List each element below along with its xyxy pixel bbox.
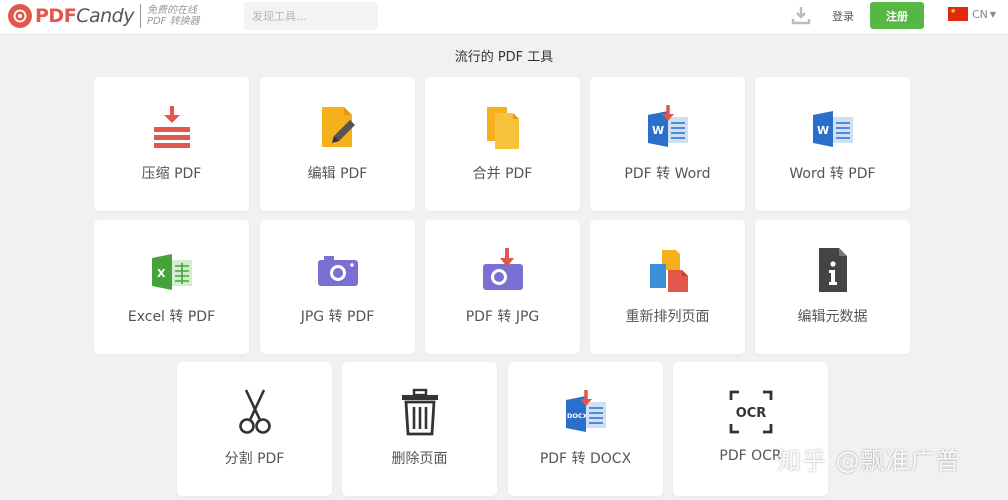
logo-tagline: 免费的在线 PDF 转换器 (146, 5, 200, 27)
tool-label: 删除页面 (391, 451, 448, 467)
tool-label: Excel 转 PDF (127, 309, 216, 325)
pdf-to-docx-icon: DOCX (565, 390, 606, 432)
tool-card-compress-pdf[interactable]: 压缩 PDF (94, 77, 249, 211)
pdfcandy-logo[interactable]: PDFCandy 免费的在线 PDF 转换器 (8, 3, 200, 29)
top-header: PDFCandy 免费的在线 PDF 转换器 登录 注册 ★ CN ▼ (0, 0, 1008, 35)
tool-label: JPG 转 PDF (300, 309, 375, 325)
search-input[interactable] (244, 2, 378, 30)
svg-text:W: W (652, 124, 664, 137)
tool-label: PDF 转 DOCX (539, 451, 632, 467)
svg-text:X: X (157, 267, 166, 280)
tool-label: 压缩 PDF (141, 166, 202, 182)
tool-card-pdf-to-docx[interactable]: DOCX PDF 转 DOCX (508, 362, 663, 496)
scissors-icon (238, 389, 271, 434)
edit-metadata-icon (818, 248, 847, 292)
tool-label: 重新排列页面 (625, 309, 710, 325)
compress-icon (153, 106, 190, 148)
rearrange-pages-icon (649, 250, 688, 292)
svg-text:W: W (817, 124, 829, 137)
logo-wordmark: PDFCandy (35, 5, 134, 27)
signup-button[interactable]: 注册 (870, 2, 924, 29)
tool-card-delete-pages[interactable]: 删除页面 (342, 362, 497, 496)
tool-card-split-pdf[interactable]: 分割 PDF (177, 362, 332, 496)
pdf-to-word-icon: W (647, 105, 688, 147)
tool-label: 编辑 PDF (307, 166, 368, 182)
tool-label: 合并 PDF (472, 166, 533, 182)
pdf-to-jpg-icon (482, 248, 523, 290)
word-to-pdf-icon: W (812, 111, 853, 147)
chevron-down-icon: ▼ (989, 9, 997, 19)
tool-card-merge-pdf[interactable]: 合并 PDF (425, 77, 580, 211)
download-icon[interactable] (790, 4, 812, 26)
tool-label: 分割 PDF (224, 451, 285, 467)
candy-logo-icon (8, 4, 32, 28)
language-code: CN (972, 7, 988, 21)
tool-card-edit-metadata[interactable]: 编辑元数据 (755, 220, 910, 354)
excel-to-pdf-icon: X (151, 254, 192, 290)
watermark: 知乎 @飘准广普 (777, 447, 961, 475)
ocr-icon: OCR (729, 390, 772, 434)
logo-divider (139, 4, 141, 28)
login-link[interactable]: 登录 (832, 8, 854, 24)
tool-card-pdf-to-jpg[interactable]: PDF 转 JPG (425, 220, 580, 354)
tool-card-excel-to-pdf[interactable]: X Excel 转 PDF (94, 220, 249, 354)
tool-card-pdf-to-word[interactable]: W PDF 转 Word (590, 77, 745, 211)
tool-card-rearrange-pages[interactable]: 重新排列页面 (590, 220, 745, 354)
tool-card-jpg-to-pdf[interactable]: JPG 转 PDF (260, 220, 415, 354)
tool-label: Word 转 PDF (789, 166, 876, 182)
china-flag-icon: ★ (948, 7, 968, 21)
jpg-to-pdf-icon (317, 256, 358, 286)
trash-icon (401, 388, 438, 436)
merge-icon (486, 107, 519, 149)
tool-label: PDF 转 JPG (465, 309, 540, 325)
edit-icon (321, 107, 355, 147)
tool-label: PDF 转 Word (624, 166, 711, 182)
svg-text:DOCX: DOCX (567, 412, 588, 420)
language-selector[interactable]: ★ CN ▼ (948, 7, 996, 21)
section-title: 流行的 PDF 工具 (454, 50, 554, 65)
tool-card-edit-pdf[interactable]: 编辑 PDF (260, 77, 415, 211)
tool-label: 编辑元数据 (797, 309, 868, 325)
svg-text:OCR: OCR (735, 406, 766, 421)
tool-card-word-to-pdf[interactable]: W Word 转 PDF (755, 77, 910, 211)
